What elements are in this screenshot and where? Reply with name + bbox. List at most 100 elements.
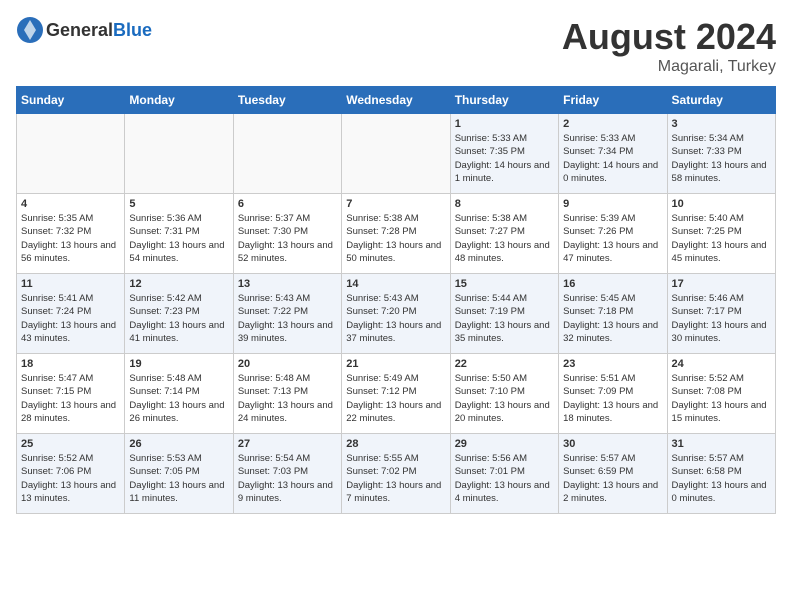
- day-detail: Sunrise: 5:46 AMSunset: 7:17 PMDaylight:…: [672, 292, 771, 345]
- day-cell: 1Sunrise: 5:33 AMSunset: 7:35 PMDaylight…: [450, 114, 558, 194]
- day-cell: 12 Sunrise: 5:42 AMSunset: 7:23 PMDayligh…: [125, 274, 233, 354]
- day-detail: Sunrise: 5:45 AMSunset: 7:18 PMDaylight:…: [563, 292, 662, 345]
- day-detail: Sunrise: 5:44 AMSunset: 7:19 PMDaylight:…: [455, 292, 554, 345]
- day-number: 22: [455, 358, 554, 370]
- day-cell: 25Sunrise: 5:52 AMSunset: 7:06 PMDayligh…: [17, 434, 125, 514]
- header-day-tuesday: Tuesday: [233, 87, 341, 114]
- month-year: August 2024: [562, 16, 776, 58]
- day-cell: 20 Sunrise: 5:48 AMSunset: 7:13 PMDayligh…: [233, 354, 341, 434]
- day-cell: 5 Sunrise: 5:36 AMSunset: 7:31 PMDaylight…: [125, 194, 233, 274]
- logo-general: General: [46, 20, 113, 40]
- day-detail: Sunrise: 5:41 AMSunset: 7:24 PMDaylight:…: [21, 292, 120, 345]
- day-number: 7: [346, 198, 445, 210]
- day-detail: Sunrise: 5:37 AMSunset: 7:30 PMDaylight:…: [238, 212, 337, 265]
- day-cell: 2Sunrise: 5:33 AMSunset: 7:34 PMDaylight…: [559, 114, 667, 194]
- day-number: 8: [455, 198, 554, 210]
- day-number: 11: [21, 278, 120, 290]
- day-cell: 29 Sunrise: 5:56 AMSunset: 7:01 PMDayligh…: [450, 434, 558, 514]
- day-detail: Sunrise: 5:51 AMSunset: 7:09 PMDaylight:…: [563, 372, 662, 425]
- day-number: 4: [21, 198, 120, 210]
- day-detail: Sunrise: 5:33 AMSunset: 7:34 PMDaylight:…: [563, 132, 662, 185]
- day-cell: 28 Sunrise: 5:55 AMSunset: 7:02 PMDayligh…: [342, 434, 450, 514]
- day-detail: Sunrise: 5:42 AMSunset: 7:23 PMDaylight:…: [129, 292, 228, 345]
- day-number: 13: [238, 278, 337, 290]
- day-cell: 18 Sunrise: 5:47 AMSunset: 7:15 PMDayligh…: [17, 354, 125, 434]
- title-block: August 2024 Magarali, Turkey: [562, 16, 776, 76]
- day-number: 24: [672, 358, 771, 370]
- day-cell: 23 Sunrise: 5:51 AMSunset: 7:09 PMDayligh…: [559, 354, 667, 434]
- day-detail: Sunrise: 5:53 AMSunset: 7:05 PMDaylight:…: [129, 452, 228, 505]
- day-detail: Sunrise: 5:57 AMSunset: 6:58 PMDaylight:…: [672, 452, 771, 505]
- day-number: 6: [238, 198, 337, 210]
- day-number: 18: [21, 358, 120, 370]
- day-number: 19: [129, 358, 228, 370]
- day-number: 21: [346, 358, 445, 370]
- day-number: 28: [346, 438, 445, 450]
- day-detail: Sunrise: 5:36 AMSunset: 7:31 PMDaylight:…: [129, 212, 228, 265]
- day-cell: 10 Sunrise: 5:40 AMSunset: 7:25 PMDayligh…: [667, 194, 775, 274]
- day-cell: 17 Sunrise: 5:46 AMSunset: 7:17 PMDayligh…: [667, 274, 775, 354]
- logo-text: GeneralBlue: [46, 20, 152, 41]
- header-row: SundayMondayTuesdayWednesdayThursdayFrid…: [17, 87, 776, 114]
- day-detail: Sunrise: 5:33 AMSunset: 7:35 PMDaylight:…: [455, 132, 554, 185]
- day-number: 26: [129, 438, 228, 450]
- logo: GeneralBlue: [16, 16, 152, 44]
- day-detail: Sunrise: 5:40 AMSunset: 7:25 PMDaylight:…: [672, 212, 771, 265]
- page-header: GeneralBlue August 2024 Magarali, Turkey: [16, 16, 776, 76]
- day-detail: Sunrise: 5:48 AMSunset: 7:13 PMDaylight:…: [238, 372, 337, 425]
- day-detail: Sunrise: 5:57 AMSunset: 6:59 PMDaylight:…: [563, 452, 662, 505]
- day-detail: Sunrise: 5:43 AMSunset: 7:22 PMDaylight:…: [238, 292, 337, 345]
- day-detail: Sunrise: 5:43 AMSunset: 7:20 PMDaylight:…: [346, 292, 445, 345]
- day-number: 29: [455, 438, 554, 450]
- location: Magarali, Turkey: [562, 58, 776, 76]
- day-cell: 9 Sunrise: 5:39 AMSunset: 7:26 PMDaylight…: [559, 194, 667, 274]
- day-detail: Sunrise: 5:56 AMSunset: 7:01 PMDaylight:…: [455, 452, 554, 505]
- day-cell: [233, 114, 341, 194]
- header-day-saturday: Saturday: [667, 87, 775, 114]
- day-number: 5: [129, 198, 228, 210]
- day-cell: 7 Sunrise: 5:38 AMSunset: 7:28 PMDaylight…: [342, 194, 450, 274]
- day-number: 14: [346, 278, 445, 290]
- day-cell: 11 Sunrise: 5:41 AMSunset: 7:24 PMDayligh…: [17, 274, 125, 354]
- logo-icon: [16, 16, 44, 44]
- week-row-3: 11 Sunrise: 5:41 AMSunset: 7:24 PMDayligh…: [17, 274, 776, 354]
- day-number: 17: [672, 278, 771, 290]
- day-number: 23: [563, 358, 662, 370]
- day-cell: 26 Sunrise: 5:53 AMSunset: 7:05 PMDayligh…: [125, 434, 233, 514]
- header-day-monday: Monday: [125, 87, 233, 114]
- day-number: 20: [238, 358, 337, 370]
- header-day-thursday: Thursday: [450, 87, 558, 114]
- day-cell: 15 Sunrise: 5:44 AMSunset: 7:19 PMDayligh…: [450, 274, 558, 354]
- day-number: 30: [563, 438, 662, 450]
- week-row-5: 25Sunrise: 5:52 AMSunset: 7:06 PMDayligh…: [17, 434, 776, 514]
- day-cell: 8Sunrise: 5:38 AMSunset: 7:27 PMDaylight…: [450, 194, 558, 274]
- day-cell: 22Sunrise: 5:50 AMSunset: 7:10 PMDayligh…: [450, 354, 558, 434]
- day-cell: [125, 114, 233, 194]
- day-cell: 14 Sunrise: 5:43 AMSunset: 7:20 PMDayligh…: [342, 274, 450, 354]
- day-number: 15: [455, 278, 554, 290]
- day-detail: Sunrise: 5:39 AMSunset: 7:26 PMDaylight:…: [563, 212, 662, 265]
- day-detail: Sunrise: 5:54 AMSunset: 7:03 PMDaylight:…: [238, 452, 337, 505]
- calendar-table: SundayMondayTuesdayWednesdayThursdayFrid…: [16, 86, 776, 514]
- week-row-2: 4Sunrise: 5:35 AMSunset: 7:32 PMDaylight…: [17, 194, 776, 274]
- day-number: 12: [129, 278, 228, 290]
- day-detail: Sunrise: 5:34 AMSunset: 7:33 PMDaylight:…: [672, 132, 771, 185]
- day-detail: Sunrise: 5:48 AMSunset: 7:14 PMDaylight:…: [129, 372, 228, 425]
- day-cell: [342, 114, 450, 194]
- day-detail: Sunrise: 5:38 AMSunset: 7:28 PMDaylight:…: [346, 212, 445, 265]
- day-detail: Sunrise: 5:55 AMSunset: 7:02 PMDaylight:…: [346, 452, 445, 505]
- day-number: 31: [672, 438, 771, 450]
- day-cell: 3 Sunrise: 5:34 AMSunset: 7:33 PMDaylight…: [667, 114, 775, 194]
- week-row-4: 18 Sunrise: 5:47 AMSunset: 7:15 PMDayligh…: [17, 354, 776, 434]
- header-day-friday: Friday: [559, 87, 667, 114]
- header-day-wednesday: Wednesday: [342, 87, 450, 114]
- logo-blue: Blue: [113, 20, 152, 40]
- day-number: 9: [563, 198, 662, 210]
- day-cell: 19 Sunrise: 5:48 AMSunset: 7:14 PMDayligh…: [125, 354, 233, 434]
- day-cell: 21Sunrise: 5:49 AMSunset: 7:12 PMDayligh…: [342, 354, 450, 434]
- day-detail: Sunrise: 5:47 AMSunset: 7:15 PMDaylight:…: [21, 372, 120, 425]
- day-number: 10: [672, 198, 771, 210]
- day-number: 3: [672, 118, 771, 130]
- day-cell: 16Sunrise: 5:45 AMSunset: 7:18 PMDayligh…: [559, 274, 667, 354]
- day-cell: 24Sunrise: 5:52 AMSunset: 7:08 PMDayligh…: [667, 354, 775, 434]
